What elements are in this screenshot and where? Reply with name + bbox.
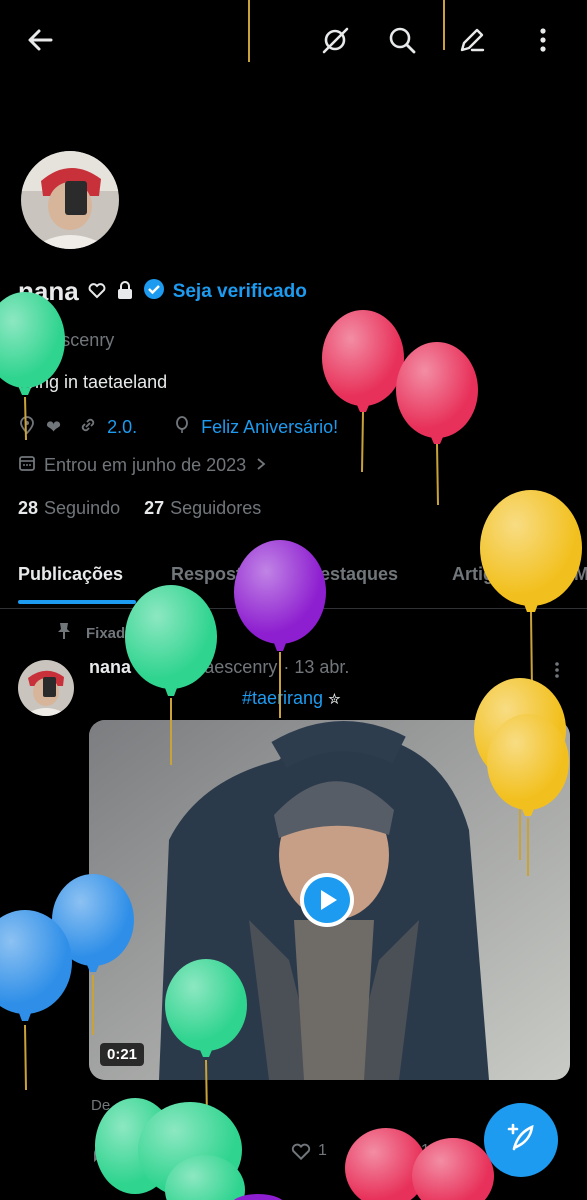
- location-pin-icon: [18, 416, 36, 439]
- display-name: nana: [18, 276, 79, 306]
- more-vertical-icon[interactable]: [525, 22, 561, 58]
- followers-label: Seguidores: [170, 498, 262, 518]
- play-button[interactable]: [300, 873, 354, 927]
- follow-counts: 28 Seguindo 27 Seguidores: [18, 498, 261, 519]
- heart-outline-icon: [87, 276, 107, 307]
- following-label: Seguindo: [44, 498, 121, 518]
- views-count: 31: [412, 1142, 430, 1159]
- profile-name-row: nana Seja verificado: [18, 276, 307, 307]
- tab-publicacoes[interactable]: Publicações: [18, 564, 123, 585]
- tab-respostas[interactable]: Respostas: [171, 564, 262, 585]
- hashtag-link[interactable]: #taerirang: [242, 688, 323, 708]
- tweet-header: nana @taescenry · 13 abr.: [89, 657, 349, 678]
- balloon-icon: [173, 416, 191, 439]
- views-button[interactable]: 31: [384, 1140, 430, 1162]
- pin-icon: [56, 622, 72, 644]
- like-button[interactable]: 1: [290, 1140, 327, 1162]
- tweet-more-icon[interactable]: [548, 660, 566, 685]
- balloon-red-2: [396, 342, 478, 506]
- joined-date: Entrou em junho de 2023: [44, 455, 247, 475]
- compose-feather-icon: [504, 1121, 538, 1160]
- tweet-heart-icon: [137, 657, 153, 678]
- profile-handle: @taescenry: [18, 330, 115, 350]
- balloon-red-3: [345, 1128, 427, 1200]
- pinned-label: Fixado: [86, 624, 135, 642]
- compose-button[interactable]: [484, 1103, 558, 1177]
- get-verified-link[interactable]: Seja verificado: [173, 281, 307, 303]
- link-icon: [79, 416, 97, 439]
- grok-icon[interactable]: [317, 22, 353, 58]
- star-emoji: ✮: [328, 691, 341, 708]
- lock-icon: [115, 276, 135, 307]
- reply-button[interactable]: [92, 1140, 114, 1162]
- tab-more[interactable]: M: [574, 564, 587, 585]
- calendar-icon: [18, 454, 36, 477]
- like-count: 1: [318, 1142, 327, 1159]
- verified-badge-icon[interactable]: [143, 276, 165, 307]
- back-arrow-icon[interactable]: [22, 22, 58, 58]
- profile-bio: living in taetaeland: [18, 372, 168, 392]
- edit-icon[interactable]: [454, 22, 490, 58]
- tweet-partial-text: De: [91, 1097, 111, 1114]
- profile-avatar[interactable]: [18, 148, 122, 252]
- balloon-red-1: [322, 310, 404, 473]
- repost-button[interactable]: [190, 1140, 212, 1162]
- tweet-text: #taerirang ✮: [242, 688, 341, 709]
- search-icon[interactable]: [384, 22, 420, 58]
- profile-meta-row: ❤ 2.0. Feliz Aniversário!: [18, 416, 338, 439]
- tab-destaques[interactable]: Destaques: [307, 564, 398, 585]
- video-duration: 0:21: [100, 1043, 145, 1066]
- followers-link[interactable]: 27 Seguidores: [144, 498, 261, 519]
- tab-artigos[interactable]: Artigos: [452, 564, 515, 585]
- tweet-author-handle[interactable]: @taescenry: [181, 657, 277, 678]
- tweet-date[interactable]: · 13 abr.: [283, 657, 349, 678]
- following-link[interactable]: 28 Seguindo: [18, 498, 120, 519]
- birthday-link[interactable]: Feliz Aniversário!: [201, 417, 338, 438]
- balloon-blue-2: [0, 910, 72, 1091]
- followers-count: 27: [144, 498, 165, 518]
- profile-website-link[interactable]: 2.0.: [107, 417, 137, 438]
- tweet-lock-icon: [159, 657, 175, 678]
- chevron-right-icon: [254, 455, 268, 476]
- joined-row[interactable]: Entrou em junho de 2023: [18, 454, 268, 477]
- heart-icon: ❤: [46, 417, 62, 437]
- pinned-label-row: Fixado: [56, 622, 134, 644]
- tweet-author-name[interactable]: nana: [89, 657, 131, 678]
- following-count: 28: [18, 498, 39, 518]
- active-tab-indicator: [18, 600, 136, 604]
- tweet-avatar[interactable]: [18, 660, 74, 716]
- balloon-purple-2: [233, 1194, 283, 1200]
